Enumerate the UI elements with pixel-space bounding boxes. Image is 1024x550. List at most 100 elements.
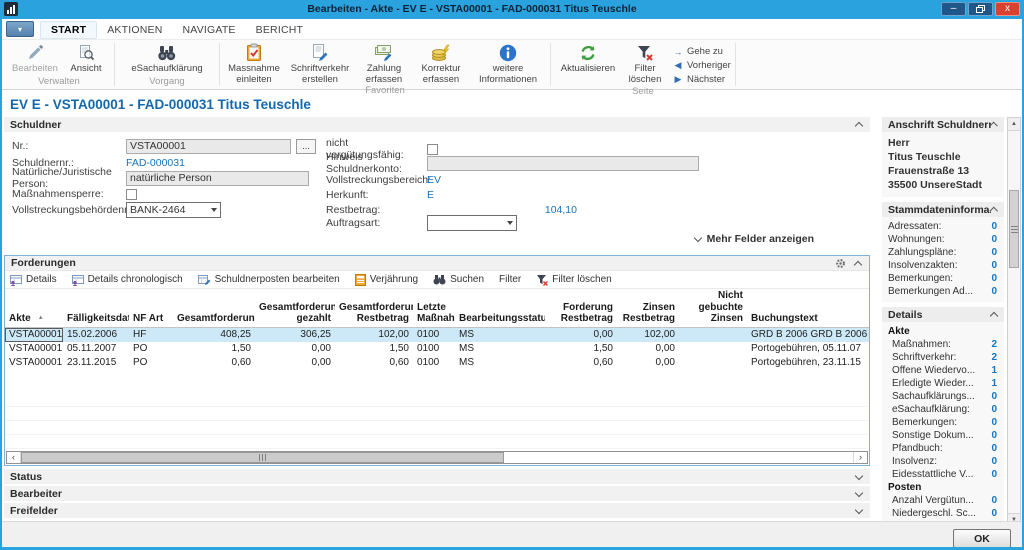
collapse-chevron-icon[interactable] — [990, 312, 998, 320]
schuldner-header[interactable]: Schuldner — [4, 117, 870, 132]
stat-value[interactable]: 0 — [991, 403, 997, 416]
minimize-button[interactable]: – — [941, 2, 966, 16]
stat-value[interactable]: 0 — [991, 442, 997, 455]
stat-value[interactable]: 1 — [991, 364, 997, 377]
col-buchungstext[interactable]: Buchungstext — [751, 313, 818, 324]
herkunft-value[interactable]: E — [427, 189, 434, 201]
fasttab-freifelder[interactable]: Freifelder — [4, 503, 870, 518]
collapse-chevron-icon[interactable] — [855, 122, 863, 130]
weitere-informationen-button[interactable]: weitere Informationen — [470, 42, 546, 85]
ribbon-divider — [219, 43, 220, 86]
scrollbar-thumb[interactable] — [1009, 190, 1019, 268]
col-letzte-massnahme[interactable]: Letzte Maßnahme — [417, 302, 455, 325]
esachaufklaerung-button[interactable]: eSachaufklärung — [119, 42, 215, 75]
massnahmensperre-checkbox[interactable] — [126, 189, 137, 200]
horizontal-scrollbar[interactable]: ‹ › — [6, 451, 868, 464]
schuldnernr-link[interactable]: FAD-000031 — [126, 157, 185, 169]
details-header[interactable]: Details — [882, 307, 1004, 322]
massnahme-einleiten-button[interactable]: Massnahme einleiten — [224, 42, 284, 85]
col-gesamtforderung[interactable]: Gesamtforderung — [177, 313, 255, 324]
suchen-button[interactable]: Suchen — [433, 274, 484, 285]
stat-value[interactable]: 2 — [991, 351, 997, 364]
stat-value[interactable]: 0 — [991, 272, 997, 285]
col-gesamtforderung-gezahlt[interactable]: Gesamtforderung gezahlt — [259, 302, 335, 325]
stat-value[interactable]: 0 — [991, 507, 997, 520]
vertical-scrollbar[interactable]: ▲ ▼ — [1007, 117, 1021, 527]
person-field[interactable]: natürliche Person — [126, 171, 309, 186]
naechster-button[interactable]: ▶ Nächster — [673, 73, 731, 86]
col-nf-art[interactable]: NF Art — [133, 313, 163, 324]
scroll-right-icon[interactable]: › — [854, 452, 867, 463]
schriftverkehr-button[interactable]: Schriftverkehr erstellen — [284, 42, 356, 85]
hinweis-schuldnerkonto-field[interactable] — [427, 156, 699, 171]
filter-button[interactable]: Filter — [499, 274, 521, 285]
aktualisieren-button[interactable]: Aktualisieren — [555, 42, 621, 75]
col-forderung-restbetrag[interactable]: Forderung Restbetrag — [561, 302, 613, 325]
col-bearbeitungsstatus[interactable]: Bearbeitungsstatus — [459, 313, 545, 324]
col-zinsen-restbetrag[interactable]: Zinsen Restbetrag — [623, 302, 675, 325]
details-button[interactable]: Details — [10, 274, 57, 286]
ok-button[interactable]: OK — [953, 529, 1011, 548]
stat-value[interactable]: 0 — [991, 259, 997, 272]
stat-value[interactable]: 0 — [991, 429, 997, 442]
auftragsart-select[interactable] — [427, 215, 517, 231]
stat-value[interactable]: 0 — [991, 220, 997, 233]
stat-value[interactable]: 0 — [991, 468, 997, 481]
filter-loeschen-toolbar-button[interactable]: Filter löschen — [536, 274, 611, 286]
fasttab-bearbeiter[interactable]: Bearbeiter — [4, 486, 870, 501]
nr-field[interactable]: VSTA00001 — [126, 139, 291, 154]
vorheriger-button[interactable]: ◀ Vorheriger — [673, 59, 731, 72]
table-row[interactable]: VSTA00001 05.11.2007 PO 1,50 0,00 1,50 0… — [5, 342, 869, 356]
stat-value[interactable]: 0 — [991, 455, 997, 468]
stat-value[interactable]: 0 — [991, 246, 997, 259]
stat-value[interactable]: 0 — [991, 390, 997, 403]
table-row[interactable]: VSTA00001 15.02.2006 HF 408,25 306,25 10… — [5, 327, 869, 342]
gear-icon[interactable] — [835, 258, 846, 269]
stammdaten-header[interactable]: Stammdateninforma... — [882, 202, 1004, 217]
zahlung-erfassen-button[interactable]: Zahlung erfassen — [356, 42, 412, 85]
stat-value[interactable]: 0 — [991, 233, 997, 246]
stat-value[interactable]: 2 — [991, 338, 997, 351]
expand-chevron-icon[interactable] — [855, 488, 863, 496]
binoculars-icon — [156, 42, 178, 64]
scrollbar-track[interactable] — [20, 452, 854, 463]
fasttab-status[interactable]: Status — [4, 469, 870, 484]
stat-value[interactable]: 0 — [991, 285, 997, 298]
scroll-left-icon[interactable]: ‹ — [7, 452, 20, 463]
stat-value[interactable]: 1 — [991, 377, 997, 390]
col-gesamtforderung-restbetrag[interactable]: Gesamtforderung Restbetrag — [339, 302, 413, 325]
col-nicht-gebuchte-zinsen[interactable]: Nicht gebuchte Zinsen — [699, 290, 743, 324]
details-chronologisch-button[interactable]: Details chronologisch — [72, 274, 183, 286]
col-faelligkeitsdatum[interactable]: Fälligkeitsdatum — [67, 313, 129, 324]
anschrift-header[interactable]: Anschrift Schuldnernr. — [882, 117, 1004, 132]
gehe-zu-button[interactable]: → Gehe zu — [673, 45, 731, 58]
collapse-chevron-icon[interactable] — [854, 260, 862, 268]
stat-value[interactable]: 0 — [991, 416, 997, 429]
expand-chevron-icon[interactable] — [855, 505, 863, 513]
schuldnerposten-bearbeiten-button[interactable]: Schuldnerposten bearbeiten — [198, 274, 340, 286]
application-menu-button[interactable]: ▾ — [6, 21, 34, 37]
col-akte[interactable]: Akte — [9, 313, 31, 324]
filter-loeschen-button[interactable]: Filter löschen — [621, 42, 669, 85]
tab-bericht[interactable]: BERICHT — [246, 22, 314, 38]
scrollbar-thumb[interactable] — [21, 452, 504, 463]
tab-start[interactable]: START — [40, 21, 97, 39]
vollstreckungsbereich-value[interactable]: EV — [427, 174, 441, 186]
bearbeiten-button[interactable]: Bearbeiten — [8, 42, 62, 75]
forderungen-header[interactable]: Forderungen — [5, 256, 869, 271]
stat-value[interactable]: 0 — [991, 494, 997, 507]
tab-aktionen[interactable]: AKTIONEN — [97, 22, 172, 38]
scroll-up-icon[interactable]: ▲ — [1008, 118, 1020, 131]
more-fields-link[interactable]: Mehr Felder anzeigen — [695, 233, 814, 245]
verjaehrung-button[interactable]: Verjährung — [355, 274, 418, 286]
expand-chevron-icon[interactable] — [855, 471, 863, 479]
tab-navigate[interactable]: NAVIGATE — [173, 22, 246, 38]
korrektur-erfassen-button[interactable]: Korrektur erfassen — [412, 42, 470, 85]
table-row[interactable]: VSTA00001 23.11.2015 PO 0,60 0,00 0,60 0… — [5, 356, 869, 370]
ansicht-button[interactable]: Ansicht — [62, 42, 110, 75]
nr-assist-button[interactable]: ... — [296, 139, 316, 154]
vollstreckungsbehoerde-select[interactable]: BANK-2464 — [126, 202, 221, 218]
restore-button[interactable] — [968, 2, 993, 16]
close-button[interactable]: x — [995, 2, 1020, 16]
nicht-verguetungsfaehig-checkbox[interactable] — [427, 144, 438, 155]
